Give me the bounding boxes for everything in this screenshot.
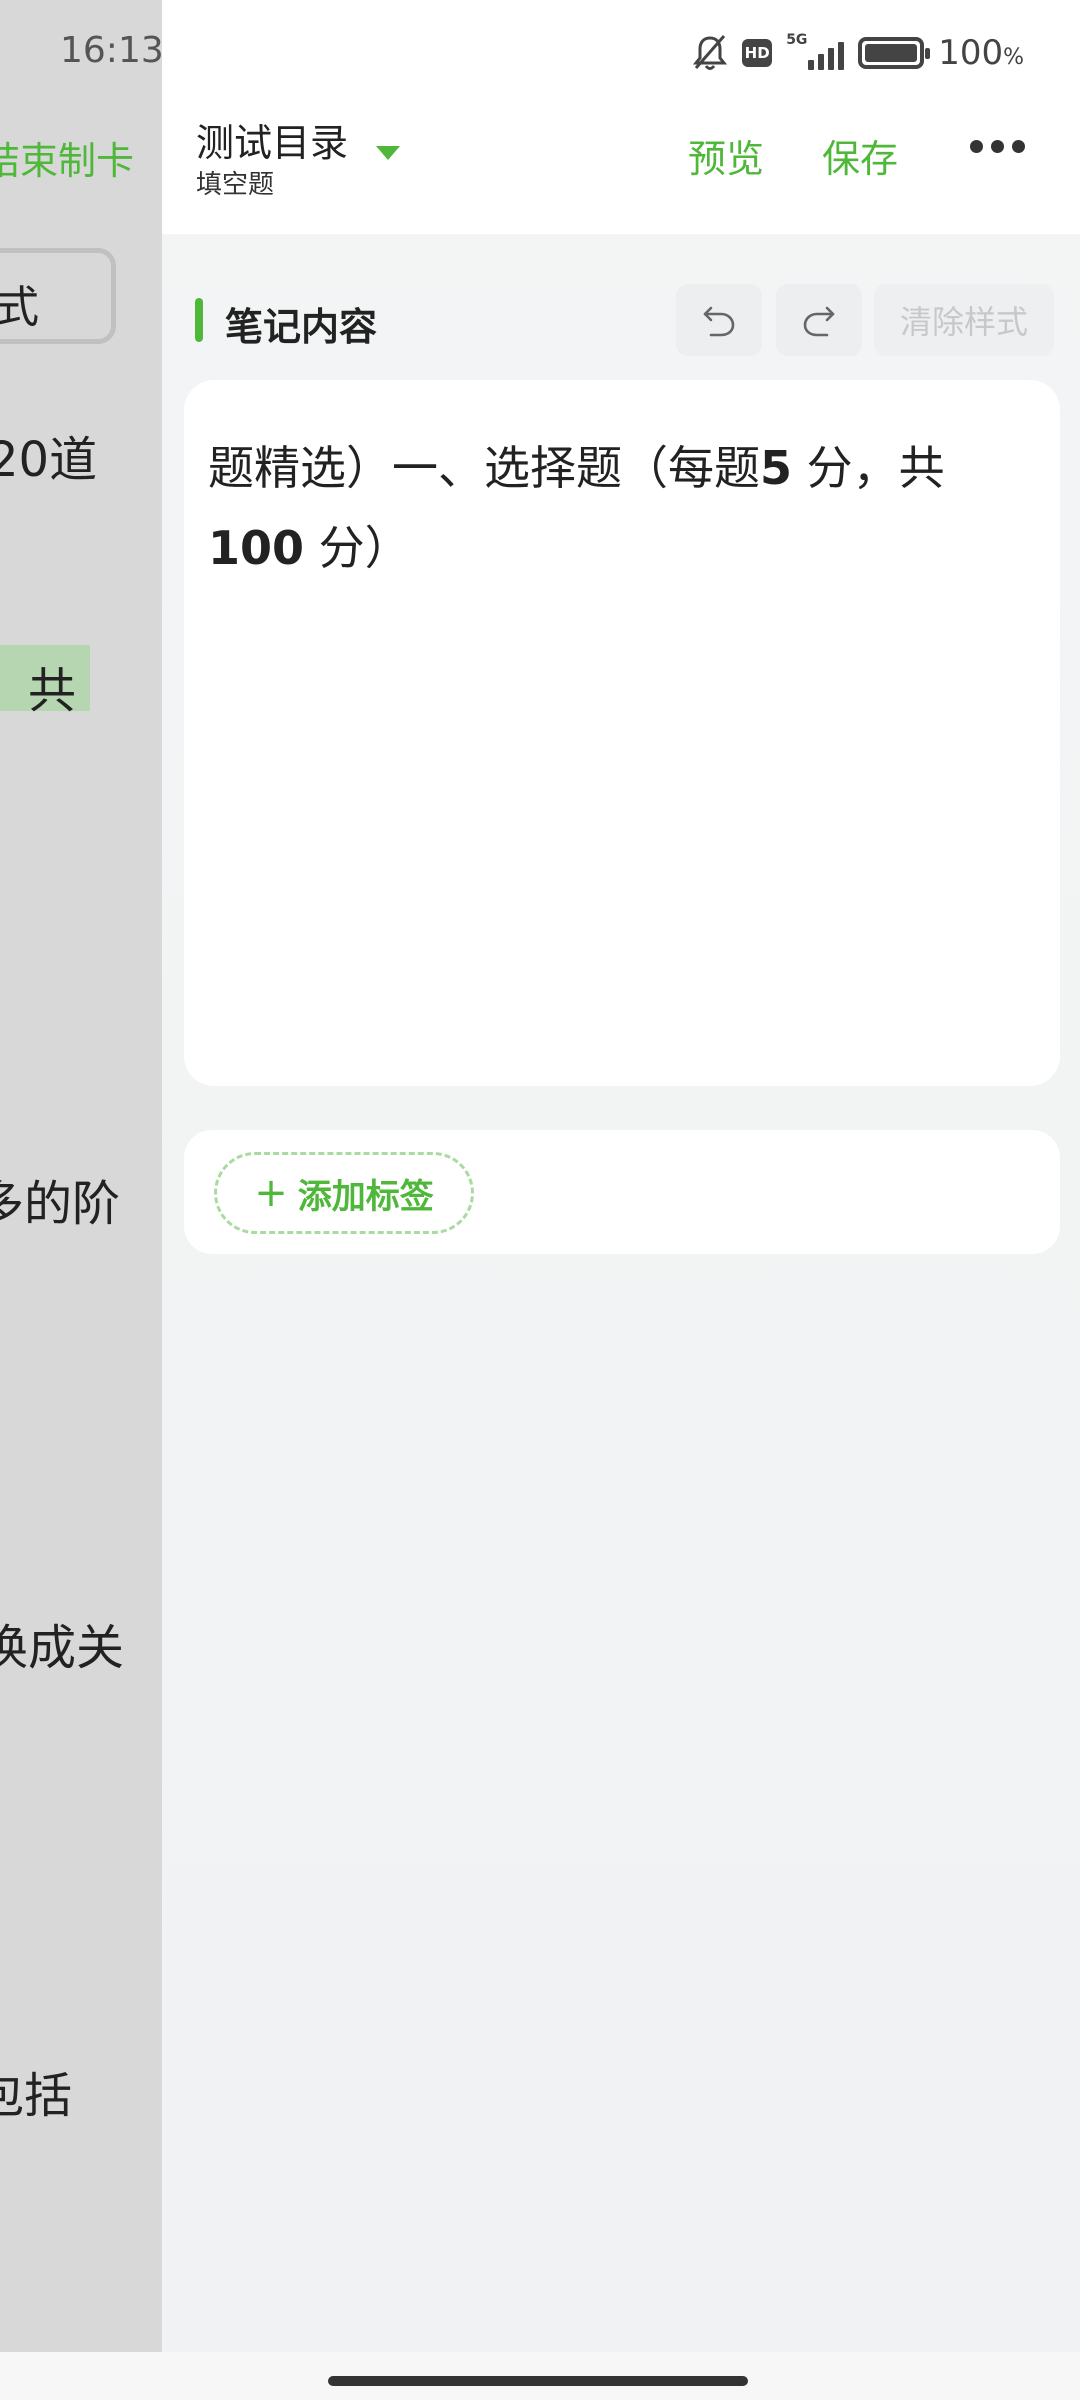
background-highlight: 共: [0, 645, 90, 719]
bell-mute-icon: [693, 35, 728, 70]
battery-percent: 100%: [938, 33, 1024, 73]
status-time: 16:13: [60, 30, 162, 71]
screen: 16:13 结束制卡 式 20道 共 多的阶 换成关 包括 HD 5G 100%…: [0, 0, 1080, 2400]
background-line-4: 换成关: [0, 1620, 125, 1676]
home-gesture-handle[interactable]: [328, 2376, 748, 2386]
background-line-1: 20道: [0, 432, 98, 488]
undo-icon: [703, 306, 735, 337]
add-tag-label: 添加标签: [297, 1176, 434, 1217]
section-title: 笔记内容: [225, 305, 378, 349]
network-label: 5G: [786, 32, 808, 48]
add-tag-button[interactable]: + 添加标签: [214, 1152, 474, 1234]
undo-button[interactable]: [676, 284, 762, 356]
save-button[interactable]: 保存: [822, 128, 898, 183]
tags-section: + 添加标签: [184, 1130, 1060, 1254]
background-box-text: 式: [0, 282, 39, 333]
plus-icon: +: [254, 1170, 288, 1216]
background-line-2: 共: [28, 663, 77, 719]
preview-button[interactable]: 预览: [688, 128, 764, 183]
clear-style-button[interactable]: 清除样式: [874, 284, 1054, 356]
background-line-5: 包括: [0, 2068, 73, 2124]
editor-header: HD 5G 100% 测试目录 填空题 预览 保存: [162, 0, 1080, 234]
note-editor-panel: HD 5G 100% 测试目录 填空题 预览 保存 笔记内容 清除样式 题精选）…: [162, 0, 1080, 2352]
finish-card-button[interactable]: 结束制卡: [0, 130, 134, 185]
signal-icon: 5G: [786, 32, 845, 70]
hd-icon: HD: [742, 39, 773, 67]
redo-icon: [803, 306, 835, 337]
background-input-box: 式: [0, 248, 116, 344]
caret-down-icon[interactable]: [376, 146, 400, 160]
background-panel[interactable]: 16:13 结束制卡 式 20道 共 多的阶 换成关 包括: [0, 0, 162, 2352]
note-content-text[interactable]: 题精选）一、选择题（每题5 分，共 100 分）: [208, 428, 1038, 588]
redo-button[interactable]: [776, 284, 862, 356]
directory-title[interactable]: 测试目录: [196, 112, 348, 167]
background-line-3: 多的阶: [0, 1176, 121, 1232]
navigation-bar: [0, 2352, 1080, 2400]
section-accent-bar: [195, 298, 203, 342]
battery-icon: [858, 37, 931, 69]
note-content-editor[interactable]: 题精选）一、选择题（每题5 分，共 100 分）: [184, 380, 1060, 1086]
status-bar-icons: HD 5G 100%: [692, 30, 1024, 76]
directory-subtitle[interactable]: 填空题: [196, 164, 274, 201]
more-options-icon[interactable]: [970, 140, 1025, 153]
